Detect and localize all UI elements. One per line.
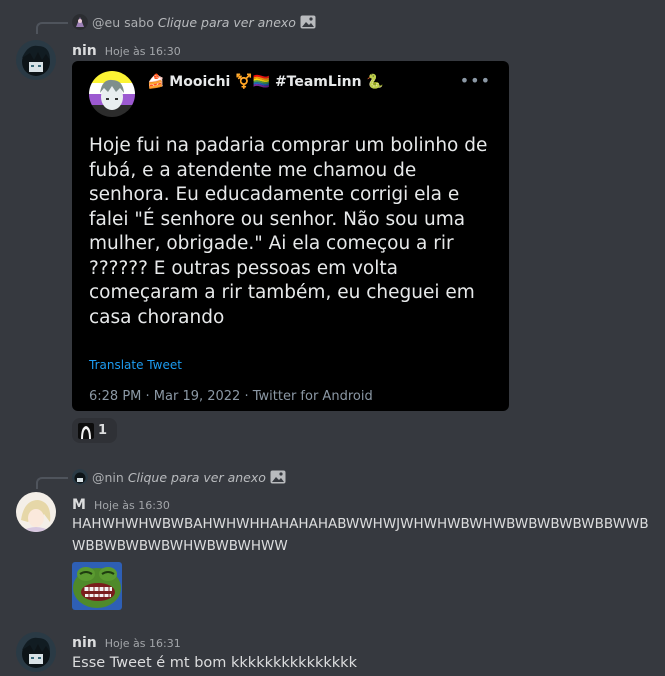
avatar[interactable]	[16, 40, 56, 80]
sticker[interactable]	[72, 562, 122, 610]
reply-username[interactable]: @nin	[92, 470, 124, 485]
message-header: nin Hoje às 16:31	[72, 632, 181, 651]
reply-preview[interactable]: @nin Clique para ver anexo	[72, 469, 286, 485]
tweet-text: Hoje fui na padaria comprar um bolinho d…	[89, 135, 488, 328]
message-header: M Hoje às 16:30	[72, 494, 170, 513]
translate-tweet-link[interactable]: Translate Tweet	[89, 358, 182, 372]
tweet-embed[interactable]: 🍰 Mooichi ⚧️🏳️‍🌈 #TeamLinn 🐍 ••• Hoje fu…	[72, 61, 509, 411]
username[interactable]: nin	[72, 635, 97, 651]
message-text: HAHWHWHWBWBAHWHWHHAHAHAHABWWHWJWHWHWBWHW…	[72, 516, 649, 554]
reply-connector	[36, 22, 68, 34]
reply-content[interactable]: Clique para ver anexo	[158, 15, 296, 30]
timestamp: Hoje às 16:30	[93, 499, 170, 512]
reply-avatar-icon	[72, 469, 88, 485]
image-icon	[300, 15, 316, 29]
user-avatar-icon	[16, 632, 56, 672]
reply-content[interactable]: Clique para ver anexo	[128, 470, 266, 485]
tweet-avatar[interactable]	[89, 71, 135, 117]
more-options-icon[interactable]: •••	[460, 71, 491, 90]
reply-username[interactable]: @eu sabo	[92, 15, 154, 30]
laughing-frog-emoji-icon	[72, 562, 122, 610]
message-text: Esse Tweet é mt bom kkkkkkkkkkkkkkk	[72, 655, 357, 671]
avatar[interactable]	[16, 632, 56, 672]
tweet-author[interactable]: 🍰 Mooichi ⚧️🏳️‍🌈 #TeamLinn 🐍	[147, 74, 384, 90]
username[interactable]: nin	[72, 43, 97, 59]
reaction-button[interactable]: 1	[72, 418, 117, 443]
reaction-count: 1	[98, 423, 108, 438]
image-icon	[270, 470, 286, 484]
username[interactable]: M	[72, 497, 86, 513]
message-header: nin Hoje às 16:30	[72, 40, 181, 59]
tweet-meta[interactable]: 6:28 PM · Mar 19, 2022 · Twitter for And…	[89, 389, 373, 404]
timestamp: Hoje às 16:30	[104, 45, 181, 58]
avatar[interactable]	[16, 492, 56, 532]
timestamp: Hoje às 16:31	[104, 637, 181, 650]
user-avatar-icon	[16, 40, 56, 80]
reply-connector	[36, 477, 68, 489]
reply-avatar-icon	[72, 14, 88, 30]
reaction-emoji-icon	[78, 422, 94, 439]
reply-preview[interactable]: @eu sabo Clique para ver anexo	[72, 14, 316, 30]
user-avatar-icon	[16, 492, 56, 532]
nonbinary-flag-avatar-icon	[89, 71, 135, 117]
